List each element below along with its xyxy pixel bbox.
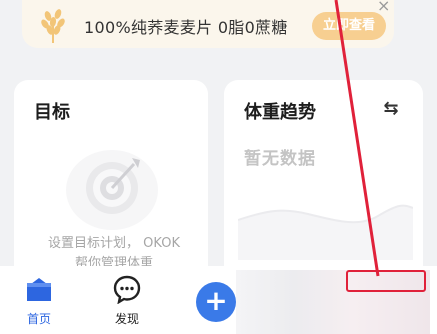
goal-description-line1: 设置目标计划， OKOK bbox=[48, 236, 180, 251]
add-button[interactable]: + bbox=[196, 282, 236, 322]
tab-discover-label: 发现 bbox=[114, 312, 139, 326]
bottom-tab-bar: 首页 发现 + bbox=[0, 266, 437, 334]
ad-view-button[interactable]: 立即查看 bbox=[312, 12, 386, 40]
close-icon[interactable]: × bbox=[377, 0, 390, 15]
tab-home[interactable]: 首页 bbox=[9, 274, 69, 327]
tab-home-label: 首页 bbox=[26, 312, 51, 326]
highlight-box bbox=[346, 270, 426, 292]
weight-trend-title: 体重趋势 bbox=[244, 102, 316, 123]
swap-arrows-icon[interactable]: ⇆ bbox=[379, 98, 403, 119]
tab-discover[interactable]: 发现 bbox=[97, 274, 157, 327]
home-icon bbox=[27, 278, 51, 301]
wheat-icon bbox=[41, 9, 65, 43]
chat-bubble-icon bbox=[113, 275, 141, 304]
placeholder-wave bbox=[238, 204, 413, 260]
ad-banner[interactable]: 100%纯荞麦麦片 0脂0蔗糖 立即查看 × bbox=[22, 0, 394, 48]
ad-text: 100%纯荞麦麦片 0脂0蔗糖 bbox=[84, 18, 288, 37]
target-arrow-icon bbox=[66, 150, 158, 230]
empty-state-text: 暂无数据 bbox=[244, 149, 316, 169]
goal-title: 目标 bbox=[34, 102, 70, 123]
